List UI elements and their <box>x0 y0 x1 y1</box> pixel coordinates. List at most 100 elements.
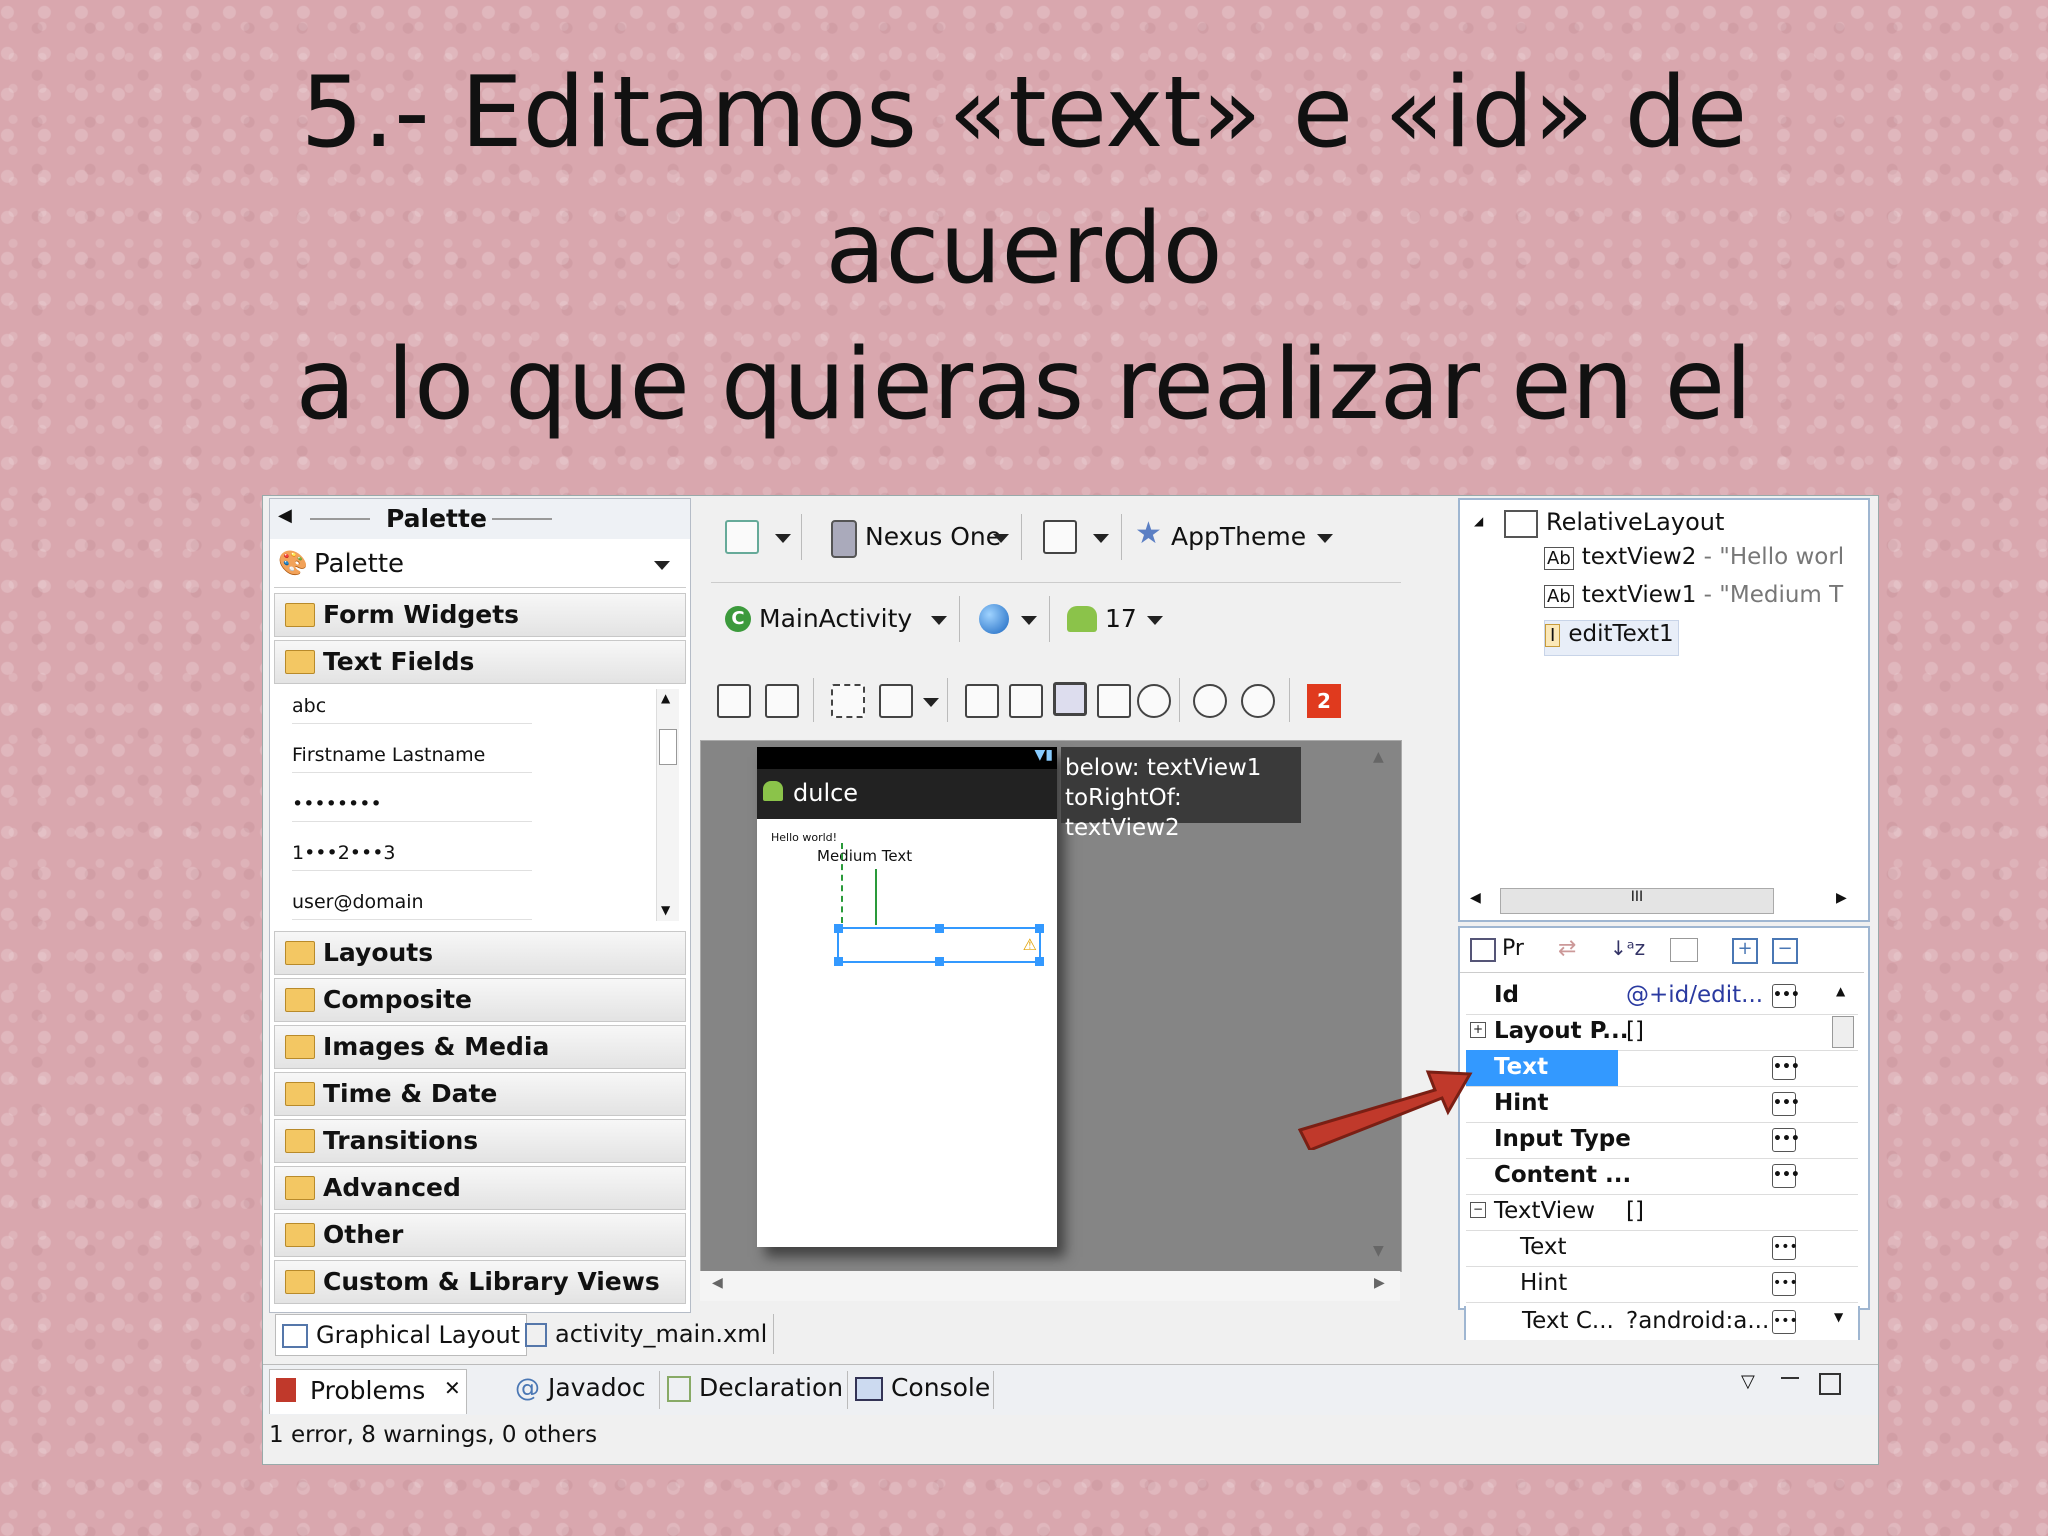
collapse-all-icon[interactable]: − <box>1772 938 1798 964</box>
property-row-layout-params[interactable]: + Layout P... [] <box>1466 1014 1858 1051</box>
resize-handle[interactable] <box>834 957 843 966</box>
property-value[interactable]: @+id/edit... <box>1626 982 1763 1008</box>
advanced-icon[interactable] <box>1670 938 1698 962</box>
outline-item-textview2[interactable]: Ab textView2 - "Hello worl <box>1544 544 1864 578</box>
more-icon[interactable]: ••• <box>1772 1128 1800 1152</box>
dock-icon[interactable] <box>1053 682 1087 716</box>
zoom-actual-icon[interactable] <box>1137 684 1171 718</box>
chevron-down-icon[interactable] <box>1147 616 1163 625</box>
property-value[interactable]: [] <box>1626 1018 1644 1044</box>
chevron-down-icon[interactable] <box>1021 616 1037 625</box>
activity-selector[interactable]: MainActivity <box>759 604 912 633</box>
resize-handle[interactable] <box>834 924 843 933</box>
property-row-text-color[interactable]: Text C... ?android:a... ••• ▼ <box>1464 1306 1860 1340</box>
zoom-out-icon[interactable] <box>1193 684 1227 718</box>
filter-icon[interactable]: ⇄ <box>1558 936 1576 961</box>
tab-console[interactable]: Console <box>855 1373 990 1402</box>
collapse-left-icon[interactable]: ◀ <box>278 505 292 526</box>
chevron-down-icon[interactable] <box>993 534 1009 543</box>
category-composite[interactable]: Composite <box>274 978 686 1022</box>
scroll-thumb[interactable] <box>659 729 677 765</box>
chevron-down-icon[interactable] <box>1093 534 1109 543</box>
property-row-text[interactable]: Text ••• <box>1466 1050 1858 1087</box>
resize-handle[interactable] <box>1035 957 1044 966</box>
property-row-textview-group[interactable]: − TextView [] <box>1466 1194 1858 1231</box>
canvas-hscroll[interactable]: ◀ ▶ <box>700 1271 1400 1301</box>
scroll-down-icon[interactable]: ▼ <box>1834 1310 1843 1324</box>
rotate-screen-icon[interactable] <box>1043 520 1077 554</box>
scroll-up-icon[interactable]: ▲ <box>1373 749 1384 765</box>
error-badge[interactable]: 2 <box>1307 684 1341 718</box>
category-text-fields[interactable]: Text Fields <box>274 640 686 684</box>
scroll-right-icon[interactable]: ▶ <box>1836 890 1847 906</box>
property-row-content-description[interactable]: Content ... ••• <box>1466 1158 1858 1195</box>
margins-icon[interactable] <box>831 684 865 718</box>
expand-icon[interactable]: + <box>1470 1022 1486 1038</box>
palette-selector[interactable]: 🎨 Palette <box>274 543 686 588</box>
more-icon[interactable]: ••• <box>1772 1272 1798 1296</box>
device-preview[interactable]: ▼▮ dulce Hello world! Medium Text ⚠ <box>757 747 1057 1247</box>
scroll-down-icon[interactable]: ▼ <box>1373 1243 1384 1259</box>
tab-problems[interactable]: Problems ✕ <box>269 1369 467 1414</box>
scroll-left-icon[interactable]: ◀ <box>712 1275 723 1291</box>
property-row-input-type[interactable]: Input Type ••• <box>1466 1122 1858 1159</box>
expand-all-icon[interactable]: + <box>1732 938 1758 964</box>
palette-scrollbar[interactable]: ▲ ▼ <box>656 689 679 921</box>
scroll-left-icon[interactable]: ◀ <box>1470 890 1481 906</box>
outline-hscroll[interactable]: ◀ III ▶ <box>1464 888 1860 914</box>
scroll-down-icon[interactable]: ▼ <box>661 903 670 917</box>
outline-item-textview1[interactable]: Ab textView1 - "Medium T <box>1544 582 1864 616</box>
property-row-textview-hint[interactable]: Hint ••• <box>1466 1266 1858 1303</box>
palette-item-person-name[interactable]: Firstname Lastname <box>292 738 532 773</box>
palette-item-email[interactable]: user@domain <box>292 885 532 920</box>
zoom-in-icon[interactable] <box>1241 684 1275 718</box>
center-icon[interactable] <box>1009 684 1043 718</box>
properties-scrollbar[interactable]: ▲ <box>1828 978 1858 1298</box>
tab-graphical-layout[interactable]: Graphical Layout <box>275 1314 528 1356</box>
more-icon[interactable]: ••• <box>1772 984 1800 1008</box>
tab-javadoc[interactable]: @ Javadoc <box>515 1373 646 1402</box>
resize-handle[interactable] <box>1035 924 1044 933</box>
property-row-hint[interactable]: Hint ••• <box>1466 1086 1858 1123</box>
category-form-widgets[interactable]: Form Widgets <box>274 593 686 637</box>
api-level-selector[interactable]: 17 <box>1105 604 1137 633</box>
property-row-id[interactable]: Id @+id/edit... ••• <box>1466 978 1858 1015</box>
outline-item-edittext1[interactable]: IeditText1 <box>1544 620 1679 656</box>
scroll-right-icon[interactable]: ▶ <box>1374 1275 1385 1291</box>
globe-icon[interactable] <box>979 604 1009 634</box>
category-other[interactable]: Other <box>274 1213 686 1257</box>
resize-icon[interactable] <box>879 684 913 718</box>
edittext-selected[interactable]: ⚠ <box>834 924 1044 966</box>
layout-actions-icon[interactable] <box>965 684 999 718</box>
fit-width-icon[interactable] <box>717 684 751 718</box>
tree-expand-icon[interactable]: ◢ <box>1474 514 1483 528</box>
more-icon[interactable]: ••• <box>1772 1236 1798 1260</box>
category-time-date[interactable]: Time & Date <box>274 1072 686 1116</box>
tab-declaration[interactable]: Declaration <box>667 1373 843 1402</box>
layout-canvas[interactable]: ▼▮ dulce Hello world! Medium Text ⚠ belo… <box>700 740 1402 1272</box>
device-selector[interactable]: Nexus One <box>865 522 1001 551</box>
category-custom-library-views[interactable]: Custom & Library Views <box>274 1260 686 1304</box>
chevron-down-icon[interactable] <box>1317 534 1333 543</box>
scroll-up-icon[interactable]: ▲ <box>1836 984 1845 998</box>
more-icon[interactable]: ••• <box>1772 1164 1800 1188</box>
chevron-down-icon[interactable] <box>923 698 939 707</box>
outline-root[interactable]: RelativeLayout <box>1546 508 1724 536</box>
medium-textview[interactable]: Medium Text <box>817 847 912 865</box>
scroll-up-icon[interactable]: ▲ <box>661 691 670 705</box>
category-transitions[interactable]: Transitions <box>274 1119 686 1163</box>
sort-alpha-icon[interactable]: ↓ᵃz <box>1610 936 1645 960</box>
theme-selector[interactable]: AppTheme <box>1171 522 1306 551</box>
chevron-down-icon[interactable] <box>931 616 947 625</box>
fit-height-icon[interactable] <box>765 684 799 718</box>
new-config-icon[interactable] <box>725 520 759 554</box>
resize-handle[interactable] <box>935 924 944 933</box>
more-icon[interactable]: ••• <box>1772 1056 1800 1080</box>
category-images-media[interactable]: Images & Media <box>274 1025 686 1069</box>
chevron-down-icon[interactable] <box>654 561 670 570</box>
category-advanced[interactable]: Advanced <box>274 1166 686 1210</box>
resize-handle[interactable] <box>935 957 944 966</box>
close-icon[interactable]: ✕ <box>444 1376 461 1400</box>
category-layouts[interactable]: Layouts <box>274 931 686 975</box>
palette-item-number[interactable]: 1•••2•••3 <box>292 836 532 871</box>
